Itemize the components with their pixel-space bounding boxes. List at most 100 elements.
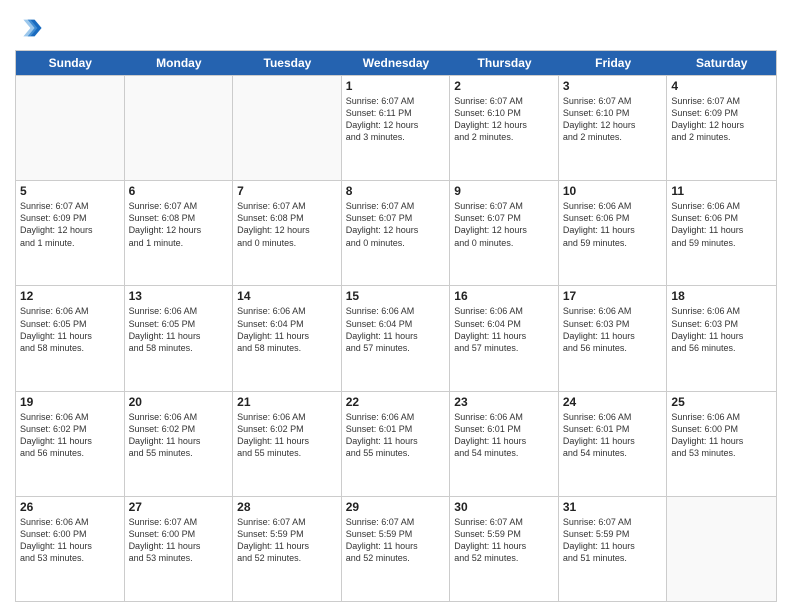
cell-info: Sunrise: 6:07 AM Sunset: 6:08 PM Dayligh… xyxy=(237,200,337,249)
calendar-cell: 30 Sunrise: 6:07 AM Sunset: 5:59 PM Dayli… xyxy=(450,497,559,601)
cell-date: 18 xyxy=(671,289,772,303)
cell-info: Sunrise: 6:07 AM Sunset: 6:00 PM Dayligh… xyxy=(129,516,229,565)
cell-date: 21 xyxy=(237,395,337,409)
calendar-body: 1Sunrise: 6:07 AM Sunset: 6:11 PM Daylig… xyxy=(16,75,776,601)
cell-date: 2 xyxy=(454,79,554,93)
cell-date: 12 xyxy=(20,289,120,303)
cell-date: 24 xyxy=(563,395,663,409)
calendar-cell: 8 Sunrise: 6:07 AM Sunset: 6:07 PM Daylig… xyxy=(342,181,451,285)
calendar-cell xyxy=(16,76,125,180)
cell-info: Sunrise: 6:06 AM Sunset: 6:04 PM Dayligh… xyxy=(454,305,554,354)
cell-date: 7 xyxy=(237,184,337,198)
calendar-cell: 14 Sunrise: 6:06 AM Sunset: 6:04 PM Dayli… xyxy=(233,286,342,390)
cell-date: 26 xyxy=(20,500,120,514)
cell-info: Sunrise: 6:07 AM Sunset: 6:07 PM Dayligh… xyxy=(346,200,446,249)
calendar-cell: 21 Sunrise: 6:06 AM Sunset: 6:02 PM Dayli… xyxy=(233,392,342,496)
cell-info: Sunrise: 6:07 AM Sunset: 6:10 PM Dayligh… xyxy=(454,95,554,144)
calendar-cell: 5Sunrise: 6:07 AM Sunset: 6:09 PM Daylig… xyxy=(16,181,125,285)
cell-info: Sunrise: 6:07 AM Sunset: 5:59 PM Dayligh… xyxy=(454,516,554,565)
cell-info: Sunrise: 6:06 AM Sunset: 6:04 PM Dayligh… xyxy=(346,305,446,354)
cell-date: 9 xyxy=(454,184,554,198)
cell-info: Sunrise: 6:06 AM Sunset: 6:04 PM Dayligh… xyxy=(237,305,337,354)
calendar-cell: 1Sunrise: 6:07 AM Sunset: 6:11 PM Daylig… xyxy=(342,76,451,180)
calendar-cell: 10 Sunrise: 6:06 AM Sunset: 6:06 PM Dayli… xyxy=(559,181,668,285)
day-header-wednesday: Wednesday xyxy=(342,51,451,75)
calendar-cell: 25Sunrise: 6:06 AM Sunset: 6:00 PM Dayli… xyxy=(667,392,776,496)
cell-info: Sunrise: 6:06 AM Sunset: 6:00 PM Dayligh… xyxy=(20,516,120,565)
calendar-cell: 3Sunrise: 6:07 AM Sunset: 6:10 PM Daylig… xyxy=(559,76,668,180)
cell-info: Sunrise: 6:07 AM Sunset: 6:11 PM Dayligh… xyxy=(346,95,446,144)
cell-date: 14 xyxy=(237,289,337,303)
cell-date: 4 xyxy=(671,79,772,93)
cell-info: Sunrise: 6:06 AM Sunset: 6:00 PM Dayligh… xyxy=(671,411,772,460)
calendar-cell: 27 Sunrise: 6:07 AM Sunset: 6:00 PM Dayli… xyxy=(125,497,234,601)
calendar-cell xyxy=(667,497,776,601)
cell-date: 28 xyxy=(237,500,337,514)
day-headers: SundayMondayTuesdayWednesdayThursdayFrid… xyxy=(16,51,776,75)
calendar-row-1: 1Sunrise: 6:07 AM Sunset: 6:11 PM Daylig… xyxy=(16,75,776,180)
day-header-friday: Friday xyxy=(559,51,668,75)
page: SundayMondayTuesdayWednesdayThursdayFrid… xyxy=(0,0,792,612)
calendar-cell: 6Sunrise: 6:07 AM Sunset: 6:08 PM Daylig… xyxy=(125,181,234,285)
cell-date: 3 xyxy=(563,79,663,93)
cell-date: 31 xyxy=(563,500,663,514)
cell-info: Sunrise: 6:06 AM Sunset: 6:02 PM Dayligh… xyxy=(237,411,337,460)
cell-info: Sunrise: 6:06 AM Sunset: 6:01 PM Dayligh… xyxy=(346,411,446,460)
calendar-cell: 23 Sunrise: 6:06 AM Sunset: 6:01 PM Dayli… xyxy=(450,392,559,496)
calendar-cell: 18 Sunrise: 6:06 AM Sunset: 6:03 PM Dayli… xyxy=(667,286,776,390)
calendar-cell: 13Sunrise: 6:06 AM Sunset: 6:05 PM Dayli… xyxy=(125,286,234,390)
calendar-cell: 11Sunrise: 6:06 AM Sunset: 6:06 PM Dayli… xyxy=(667,181,776,285)
cell-info: Sunrise: 6:07 AM Sunset: 6:09 PM Dayligh… xyxy=(20,200,120,249)
cell-date: 10 xyxy=(563,184,663,198)
day-header-monday: Monday xyxy=(125,51,234,75)
cell-date: 29 xyxy=(346,500,446,514)
cell-info: Sunrise: 6:07 AM Sunset: 6:07 PM Dayligh… xyxy=(454,200,554,249)
calendar-row-4: 19 Sunrise: 6:06 AM Sunset: 6:02 PM Dayli… xyxy=(16,391,776,496)
header xyxy=(15,10,777,42)
calendar-cell: 28 Sunrise: 6:07 AM Sunset: 5:59 PM Dayli… xyxy=(233,497,342,601)
day-header-sunday: Sunday xyxy=(16,51,125,75)
calendar-cell: 31 Sunrise: 6:07 AM Sunset: 5:59 PM Dayli… xyxy=(559,497,668,601)
day-header-tuesday: Tuesday xyxy=(233,51,342,75)
cell-date: 19 xyxy=(20,395,120,409)
cell-info: Sunrise: 6:06 AM Sunset: 6:06 PM Dayligh… xyxy=(563,200,663,249)
cell-info: Sunrise: 6:06 AM Sunset: 6:02 PM Dayligh… xyxy=(20,411,120,460)
cell-date: 23 xyxy=(454,395,554,409)
cell-info: Sunrise: 6:06 AM Sunset: 6:05 PM Dayligh… xyxy=(129,305,229,354)
logo-icon xyxy=(15,14,43,42)
logo xyxy=(15,14,47,42)
calendar-cell: 2 Sunrise: 6:07 AM Sunset: 6:10 PM Daylig… xyxy=(450,76,559,180)
cell-info: Sunrise: 6:07 AM Sunset: 5:59 PM Dayligh… xyxy=(563,516,663,565)
cell-date: 11 xyxy=(671,184,772,198)
cell-info: Sunrise: 6:07 AM Sunset: 6:09 PM Dayligh… xyxy=(671,95,772,144)
day-header-saturday: Saturday xyxy=(667,51,776,75)
calendar-cell: 19 Sunrise: 6:06 AM Sunset: 6:02 PM Dayli… xyxy=(16,392,125,496)
cell-date: 30 xyxy=(454,500,554,514)
calendar-cell: 4 Sunrise: 6:07 AM Sunset: 6:09 PM Daylig… xyxy=(667,76,776,180)
calendar: SundayMondayTuesdayWednesdayThursdayFrid… xyxy=(15,50,777,602)
cell-info: Sunrise: 6:07 AM Sunset: 5:59 PM Dayligh… xyxy=(346,516,446,565)
day-header-thursday: Thursday xyxy=(450,51,559,75)
calendar-cell: 22Sunrise: 6:06 AM Sunset: 6:01 PM Dayli… xyxy=(342,392,451,496)
calendar-cell: 26 Sunrise: 6:06 AM Sunset: 6:00 PM Dayli… xyxy=(16,497,125,601)
cell-date: 27 xyxy=(129,500,229,514)
cell-date: 8 xyxy=(346,184,446,198)
cell-info: Sunrise: 6:07 AM Sunset: 5:59 PM Dayligh… xyxy=(237,516,337,565)
calendar-row-5: 26 Sunrise: 6:06 AM Sunset: 6:00 PM Dayli… xyxy=(16,496,776,601)
calendar-cell: 7 Sunrise: 6:07 AM Sunset: 6:08 PM Daylig… xyxy=(233,181,342,285)
cell-info: Sunrise: 6:06 AM Sunset: 6:05 PM Dayligh… xyxy=(20,305,120,354)
calendar-cell xyxy=(125,76,234,180)
cell-info: Sunrise: 6:06 AM Sunset: 6:03 PM Dayligh… xyxy=(671,305,772,354)
cell-info: Sunrise: 6:06 AM Sunset: 6:01 PM Dayligh… xyxy=(454,411,554,460)
cell-info: Sunrise: 6:06 AM Sunset: 6:03 PM Dayligh… xyxy=(563,305,663,354)
calendar-cell: 12 Sunrise: 6:06 AM Sunset: 6:05 PM Dayli… xyxy=(16,286,125,390)
calendar-cell: 24Sunrise: 6:06 AM Sunset: 6:01 PM Dayli… xyxy=(559,392,668,496)
calendar-cell: 17Sunrise: 6:06 AM Sunset: 6:03 PM Dayli… xyxy=(559,286,668,390)
calendar-cell: 9 Sunrise: 6:07 AM Sunset: 6:07 PM Daylig… xyxy=(450,181,559,285)
calendar-row-3: 12 Sunrise: 6:06 AM Sunset: 6:05 PM Dayli… xyxy=(16,285,776,390)
cell-date: 16 xyxy=(454,289,554,303)
calendar-cell: 29 Sunrise: 6:07 AM Sunset: 5:59 PM Dayli… xyxy=(342,497,451,601)
calendar-cell xyxy=(233,76,342,180)
cell-date: 6 xyxy=(129,184,229,198)
cell-date: 20 xyxy=(129,395,229,409)
